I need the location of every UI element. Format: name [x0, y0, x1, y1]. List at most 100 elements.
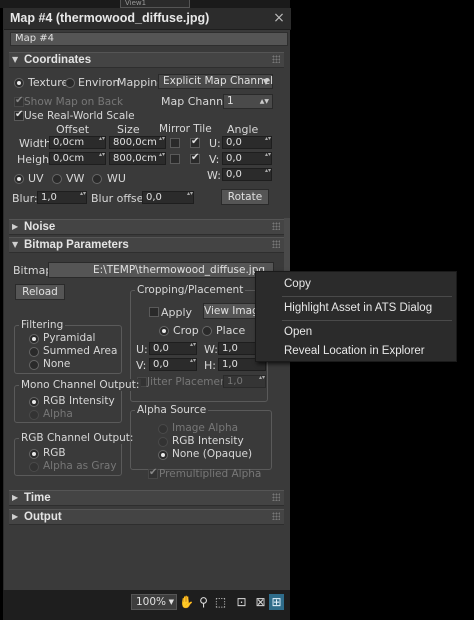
height-size-spinner[interactable]: 800,0cm: [109, 152, 166, 165]
crop-label: Crop: [173, 324, 199, 337]
view-image-button[interactable]: View Image: [203, 303, 259, 319]
zoom-extents-icon[interactable]: ⊡: [234, 594, 249, 610]
context-menu-reveal-location[interactable]: Reveal Location in Explorer: [256, 341, 456, 361]
use-real-world-scale-checkbox[interactable]: [14, 109, 24, 121]
environ-radio[interactable]: [65, 78, 75, 88]
environ-label: Environ: [78, 76, 120, 89]
context-menu-highlight-asset[interactable]: Highlight Asset in ATS Dialog: [256, 298, 456, 318]
pan-hand-icon[interactable]: ✋: [179, 594, 194, 610]
mapping-dropdown[interactable]: Explicit Map Channel ▼: [158, 74, 273, 89]
viewport-tab[interactable]: View1: [120, 0, 190, 8]
cropping-placement-title: Cropping/Placement: [135, 284, 246, 296]
status-bar: 100% ▼ ✋ ⚲ ⬚ ⊡ ⊠ ⊞: [3, 590, 290, 620]
close-icon[interactable]: ×: [271, 10, 287, 26]
zoom-value: 100%: [136, 596, 167, 608]
angle-v-spinner[interactable]: 0,0: [222, 152, 272, 165]
expand-arrow-icon: ▶: [12, 222, 19, 231]
vw-label: VW: [66, 172, 85, 185]
map-name-field[interactable]: Map #4: [10, 32, 288, 46]
summed-area-radio[interactable]: [29, 347, 39, 357]
image-alpha-radio[interactable]: [158, 424, 168, 434]
menu-separator: [282, 296, 452, 297]
jitter-placement-spinner[interactable]: 1,0: [223, 375, 266, 388]
zoom-selected-icon[interactable]: ⊠: [253, 594, 268, 610]
width-offset-spinner[interactable]: 0,0cm: [49, 136, 106, 149]
zoom-dropdown[interactable]: 100% ▼: [131, 594, 177, 610]
tile-u-checkbox[interactable]: [190, 136, 200, 148]
width-size-spinner[interactable]: 800,0cm: [109, 136, 166, 149]
rotate-button[interactable]: Rotate: [221, 189, 269, 205]
material-map-panel: Map #4 (thermowood_diffuse.jpg) × Map #4…: [3, 8, 291, 620]
rollout-noise[interactable]: ▶ Noise: [9, 219, 284, 235]
mirror-u-checkbox[interactable]: [170, 138, 180, 148]
zoom-extents-selected-icon[interactable]: ⊞: [269, 594, 284, 610]
bitmap-path-button[interactable]: E:\TEMP\thermowood_diffuse.jpg: [48, 262, 274, 278]
expand-arrow-icon: ▶: [12, 512, 19, 521]
rollout-coordinates[interactable]: ▼ Coordinates: [9, 52, 284, 68]
crop-w-label: W:: [204, 343, 218, 356]
jitter-placement-label: Jitter Placement:: [147, 376, 235, 388]
wu-radio[interactable]: [92, 174, 102, 184]
angle-u-spinner[interactable]: 0,0: [222, 136, 272, 149]
drag-handle-icon[interactable]: [272, 512, 280, 520]
map-channel-value: 1: [227, 95, 234, 107]
mono-rgb-intensity-radio[interactable]: [29, 397, 39, 407]
alpha-rgb-intensity-radio[interactable]: [158, 437, 168, 447]
alpha-source-title: Alpha Source: [135, 404, 209, 416]
collapse-arrow-icon: ▼: [12, 55, 19, 64]
none-opaque-radio[interactable]: [158, 450, 168, 460]
reload-button[interactable]: Reload: [15, 284, 65, 300]
tile-v-checkbox[interactable]: [190, 152, 200, 164]
rollout-label: Time: [24, 492, 51, 504]
show-map-on-back-checkbox[interactable]: [14, 95, 24, 107]
apply-checkbox[interactable]: [149, 307, 159, 317]
place-radio[interactable]: [202, 326, 212, 336]
zoom-magnifier-icon[interactable]: ⚲: [196, 594, 211, 610]
rollout-label: Coordinates: [24, 54, 92, 66]
angle-w-spinner[interactable]: 0,0: [222, 168, 272, 181]
rgb-radio[interactable]: [29, 449, 39, 459]
filtering-none-radio[interactable]: [29, 360, 39, 370]
mono-alpha-label: Alpha: [43, 408, 73, 420]
blur-spinner[interactable]: 1,0: [37, 191, 87, 204]
context-menu-open[interactable]: Open: [256, 322, 456, 342]
uv-radio[interactable]: [14, 174, 24, 184]
blur-label: Blur:: [12, 192, 38, 205]
angle-u-label: U:: [209, 137, 221, 150]
pyramidal-radio[interactable]: [29, 334, 39, 344]
premultiplied-alpha-label: Premultiplied Alpha: [159, 468, 262, 480]
texture-radio[interactable]: [14, 78, 24, 88]
pyramidal-label: Pyramidal: [43, 332, 96, 344]
rollout-label: Output: [24, 511, 62, 523]
premultiplied-alpha-checkbox[interactable]: [148, 467, 158, 479]
drag-handle-icon[interactable]: [272, 55, 280, 63]
mono-rgb-intensity-label: RGB Intensity: [43, 395, 115, 407]
crop-radio[interactable]: [159, 326, 169, 336]
drag-handle-icon[interactable]: [272, 222, 280, 230]
crop-v-spinner[interactable]: 0,0: [149, 358, 197, 371]
mirror-tile-column-header: Mirror Tile: [159, 123, 212, 135]
rollout-output[interactable]: ▶ Output: [9, 509, 284, 525]
zoom-region-icon[interactable]: ⬚: [213, 594, 228, 610]
rgb-label: RGB: [43, 447, 66, 459]
alpha-as-gray-radio[interactable]: [29, 462, 39, 472]
height-offset-spinner[interactable]: 0,0cm: [49, 152, 106, 165]
drag-handle-icon[interactable]: [272, 240, 280, 248]
mirror-v-checkbox[interactable]: [170, 154, 180, 164]
rollout-time[interactable]: ▶ Time: [9, 490, 284, 506]
blur-offset-spinner[interactable]: 0,0: [142, 191, 194, 204]
chevron-down-icon: ▼: [168, 598, 174, 606]
crop-u-spinner[interactable]: 0,0: [149, 342, 197, 355]
crop-h-label: H:: [204, 359, 216, 372]
show-map-on-back-label: Show Map on Back: [24, 96, 124, 108]
drag-handle-icon[interactable]: [272, 493, 280, 501]
mono-channel-output-title: Mono Channel Output:: [19, 379, 142, 391]
title-bar[interactable]: Map #4 (thermowood_diffuse.jpg) ×: [4, 8, 291, 30]
place-label: Place: [216, 324, 246, 337]
map-channel-spinner[interactable]: 1 ▲▼: [223, 94, 273, 109]
vw-radio[interactable]: [52, 174, 62, 184]
context-menu-copy[interactable]: Copy: [256, 274, 456, 294]
mono-alpha-radio[interactable]: [29, 410, 39, 420]
apply-label: Apply: [161, 306, 193, 319]
rollout-bitmap-parameters[interactable]: ▼ Bitmap Parameters: [9, 237, 284, 253]
